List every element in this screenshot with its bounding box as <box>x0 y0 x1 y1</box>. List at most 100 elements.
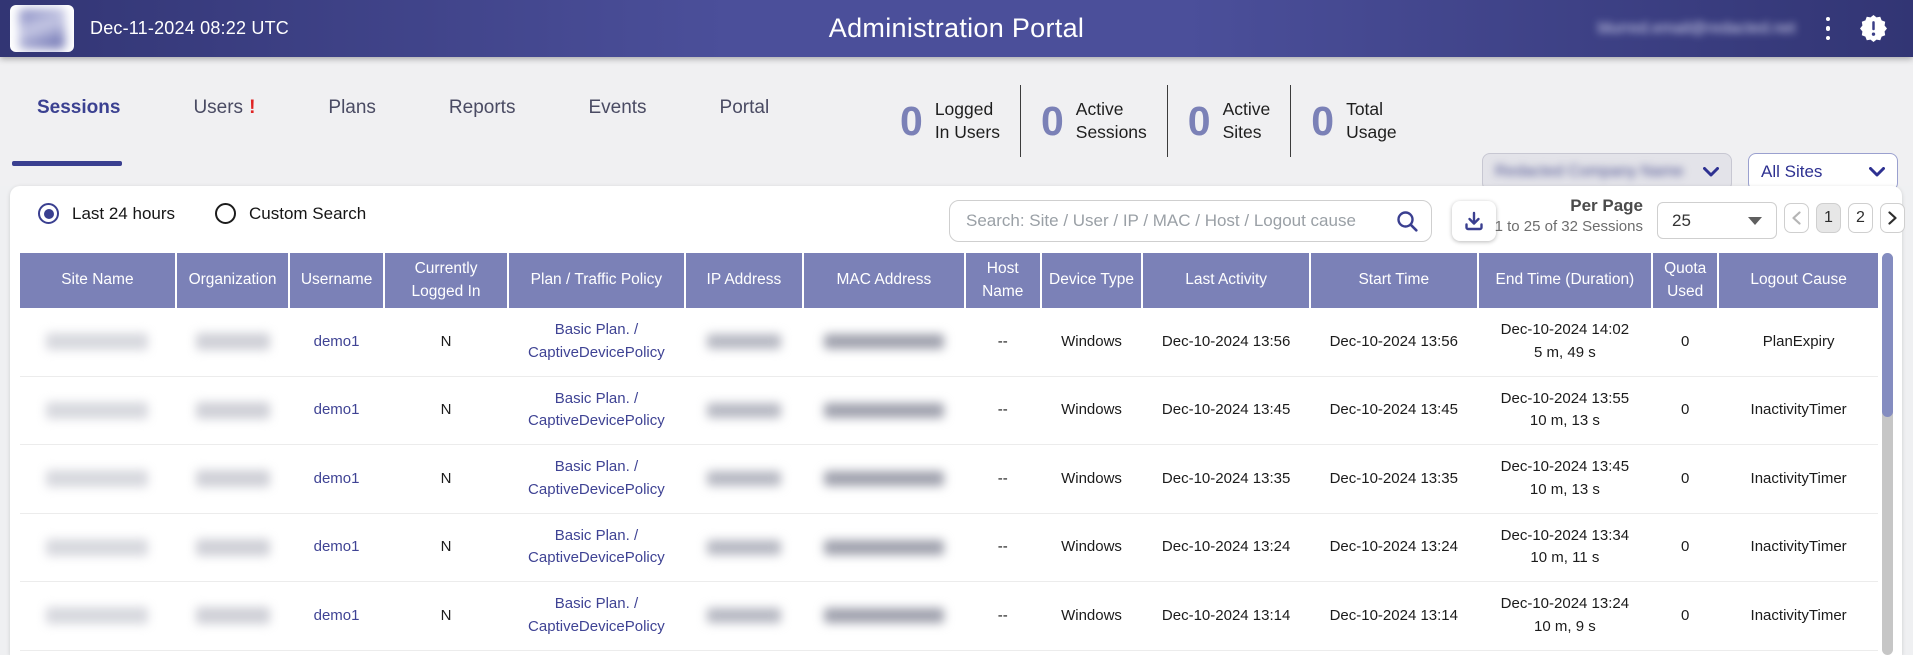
scrollbar-thumb[interactable] <box>1882 253 1893 417</box>
redacted-value <box>46 470 148 487</box>
cell-logout_cause: InactivityTimer <box>1719 377 1878 445</box>
cell-host_name: -- <box>966 308 1040 376</box>
sessions-table: Site NameOrganizationUsernameCurrently L… <box>20 253 1878 651</box>
column-header-logged_in[interactable]: Currently Logged In <box>385 253 507 308</box>
cell-line: 10 m, 11 s <box>1530 547 1599 570</box>
stat-sites: 0ActiveSites <box>1168 85 1291 157</box>
redacted-value <box>196 333 270 350</box>
cell-plan: Basic Plan. /CaptiveDevicePolicy <box>509 308 684 376</box>
cell-username[interactable]: demo1 <box>290 377 383 445</box>
cell-logout_cause: InactivityTimer <box>1719 445 1878 513</box>
redacted-value <box>46 539 148 556</box>
cell-logged_in: N <box>385 308 507 376</box>
table-row: demo1NBasic Plan. /CaptiveDevicePolicy--… <box>20 514 1878 583</box>
search-icon[interactable] <box>1396 210 1418 232</box>
cell-line: Basic Plan. / <box>555 388 638 411</box>
redacted-value <box>824 471 944 486</box>
column-header-last_activity[interactable]: Last Activity <box>1143 253 1309 308</box>
administration-portal-page: Dec-11-2024 08:22 UTC Administration Por… <box>0 0 1913 655</box>
cell-logged_in: N <box>385 445 507 513</box>
cell-line: 10 m, 13 s <box>1530 479 1600 502</box>
radio-last-24-hours[interactable]: Last 24 hours <box>38 203 175 224</box>
tab-users[interactable]: Users! <box>193 97 255 119</box>
chevron-down-icon <box>1703 167 1719 177</box>
column-header-mac_address[interactable]: MAC Address <box>804 253 964 308</box>
redacted-value <box>46 607 148 624</box>
cell-start_time: Dec-10-2024 13:14 <box>1311 582 1477 650</box>
cell-mac_address <box>804 514 964 582</box>
cell-line: Dec-10-2024 13:45 <box>1501 456 1629 479</box>
search-box <box>949 200 1432 242</box>
cell-last_activity: Dec-10-2024 13:14 <box>1143 582 1309 650</box>
search-input[interactable] <box>949 200 1432 242</box>
radio-label: Custom Search <box>249 204 366 224</box>
column-header-device_type[interactable]: Device Type <box>1042 253 1142 308</box>
tab-label: Users <box>193 97 243 119</box>
cell-username[interactable]: demo1 <box>290 445 383 513</box>
cell-start_time: Dec-10-2024 13:35 <box>1311 445 1477 513</box>
stat-label: ActiveSites <box>1223 98 1271 144</box>
column-header-end_time[interactable]: End Time (Duration) <box>1479 253 1652 308</box>
table-row: demo1NBasic Plan. /CaptiveDevicePolicy --… <box>20 308 1878 377</box>
cell-device_type: Windows <box>1042 377 1142 445</box>
logo-image-blurred <box>19 9 65 49</box>
tab-label: Events <box>588 97 646 119</box>
kebab-menu-icon[interactable] <box>1820 13 1837 45</box>
top-bar: Dec-11-2024 08:22 UTC Administration Por… <box>0 0 1913 57</box>
page-button-1[interactable]: 1 <box>1816 203 1841 233</box>
cell-quota_used: 0 <box>1653 514 1717 582</box>
cell-username[interactable]: demo1 <box>290 514 383 582</box>
table-row: demo1NBasic Plan. /CaptiveDevicePolicy--… <box>20 582 1878 651</box>
cell-start_time: Dec-10-2024 13:45 <box>1311 377 1477 445</box>
per-page-label: Per Page <box>1480 196 1643 216</box>
cell-line: Basic Plan. / <box>555 456 638 479</box>
column-header-plan[interactable]: Plan / Traffic Policy <box>509 253 684 308</box>
redacted-value <box>824 334 944 349</box>
stat-label: LoggedIn Users <box>935 98 1000 144</box>
cell-line: Basic Plan. / <box>555 319 638 342</box>
tab-portal[interactable]: Portal <box>720 97 770 119</box>
per-page-select[interactable]: 25 <box>1657 202 1777 239</box>
site-selector-value: All Sites <box>1761 162 1822 182</box>
cell-site_name <box>20 582 175 650</box>
column-header-start_time[interactable]: Start Time <box>1311 253 1477 308</box>
column-header-logout_cause[interactable]: Logout Cause <box>1719 253 1878 308</box>
column-header-host_name[interactable]: Host Name <box>966 253 1040 308</box>
column-header-site_name[interactable]: Site Name <box>20 253 175 308</box>
radio-custom-search[interactable]: Custom Search <box>215 203 366 224</box>
tab-sessions[interactable]: Sessions <box>37 97 120 119</box>
tab-events[interactable]: Events <box>588 97 646 119</box>
company-logo[interactable] <box>10 5 74 52</box>
cell-mac_address <box>804 308 964 376</box>
table-header: Site NameOrganizationUsernameCurrently L… <box>20 253 1878 308</box>
navigation-strip: Sessions Users! Plans Reports Events Portal 0… <box>0 57 1913 186</box>
previous-page-button[interactable] <box>1784 203 1809 233</box>
tab-reports[interactable]: Reports <box>449 97 516 119</box>
cell-organization <box>177 308 288 376</box>
column-header-organization[interactable]: Organization <box>177 253 288 308</box>
alert-exclamation-badge: ! <box>249 97 255 119</box>
stat-usage: 0TotalUsage <box>1291 85 1416 157</box>
column-header-username[interactable]: Username <box>290 253 383 308</box>
column-header-quota_used[interactable]: Quota Used <box>1653 253 1717 308</box>
cell-logout_cause: PlanExpiry <box>1719 308 1878 376</box>
cell-end_time: Dec-10-2024 13:3410 m, 11 s <box>1479 514 1652 582</box>
page-button-2[interactable]: 2 <box>1848 203 1873 233</box>
cell-username[interactable]: demo1 <box>290 582 383 650</box>
alert-badge-icon[interactable] <box>1860 15 1887 42</box>
cell-quota_used: 0 <box>1653 377 1717 445</box>
current-datetime: Dec-11-2024 08:22 UTC <box>90 18 289 39</box>
tab-plans[interactable]: Plans <box>328 97 376 119</box>
cell-last_activity: Dec-10-2024 13:35 <box>1143 445 1309 513</box>
cell-line: Dec-10-2024 13:55 <box>1501 388 1629 411</box>
next-page-button[interactable] <box>1880 203 1905 233</box>
redacted-value <box>707 334 781 349</box>
cell-last_activity: Dec-10-2024 13:24 <box>1143 514 1309 582</box>
redacted-value <box>196 470 270 487</box>
sessions-card: Last 24 hoursCustom Search Per Page 1 to… <box>10 186 1902 655</box>
stat-value: 0 <box>900 101 923 142</box>
redacted-value <box>46 333 148 350</box>
tab-label: Reports <box>449 97 516 119</box>
cell-username[interactable]: demo1 <box>290 308 383 376</box>
column-header-ip_address[interactable]: IP Address <box>686 253 802 308</box>
